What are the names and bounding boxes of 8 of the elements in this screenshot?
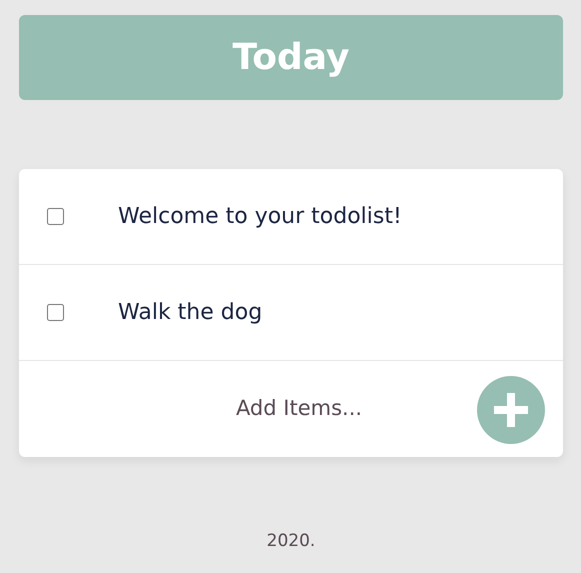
todo-checkbox[interactable] [47,208,64,225]
todo-text: Walk the dog [118,299,262,327]
add-item-field[interactable]: Add Items... [149,392,449,426]
todo-text: Welcome to your todolist! [118,203,402,231]
header-title: Today [232,36,350,80]
footer-text: 2020. [266,531,316,551]
plus-icon [494,393,528,427]
todo-checkbox[interactable] [47,304,64,321]
